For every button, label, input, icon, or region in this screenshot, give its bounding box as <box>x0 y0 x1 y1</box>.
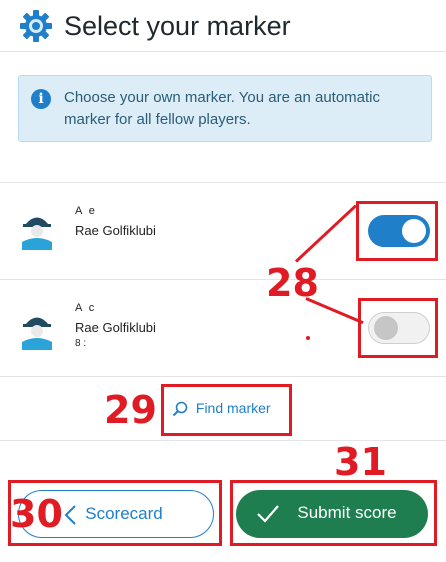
annotation-box <box>161 384 292 436</box>
annotation-label: 29 <box>104 388 157 432</box>
annotation-box <box>230 480 437 546</box>
golfer-avatar-icon <box>22 317 52 350</box>
player-name: A c <box>75 302 97 314</box>
player-club: Rae Golfiklubi <box>75 320 156 335</box>
divider <box>0 376 446 377</box>
annotation-box <box>358 298 438 358</box>
player-detail: 8 : <box>75 338 87 349</box>
info-text: Choose your own marker. You are an autom… <box>64 89 381 128</box>
header: Select your marker <box>0 0 446 52</box>
annotation-label: 28 <box>266 261 319 305</box>
annotation-dot <box>306 336 310 340</box>
page-title: Select your marker <box>64 11 291 41</box>
gear-icon <box>20 10 52 42</box>
golfer-avatar-icon <box>22 217 52 250</box>
info-icon: i <box>31 89 51 109</box>
info-alert: i Choose your own marker. You are an aut… <box>18 75 432 142</box>
annotation-box <box>356 201 438 261</box>
player-name: A e <box>75 205 97 217</box>
annotation-label: 31 <box>334 440 387 484</box>
player-club: Rae Golfiklubi <box>75 223 156 238</box>
annotation-label: 30 <box>10 492 63 536</box>
